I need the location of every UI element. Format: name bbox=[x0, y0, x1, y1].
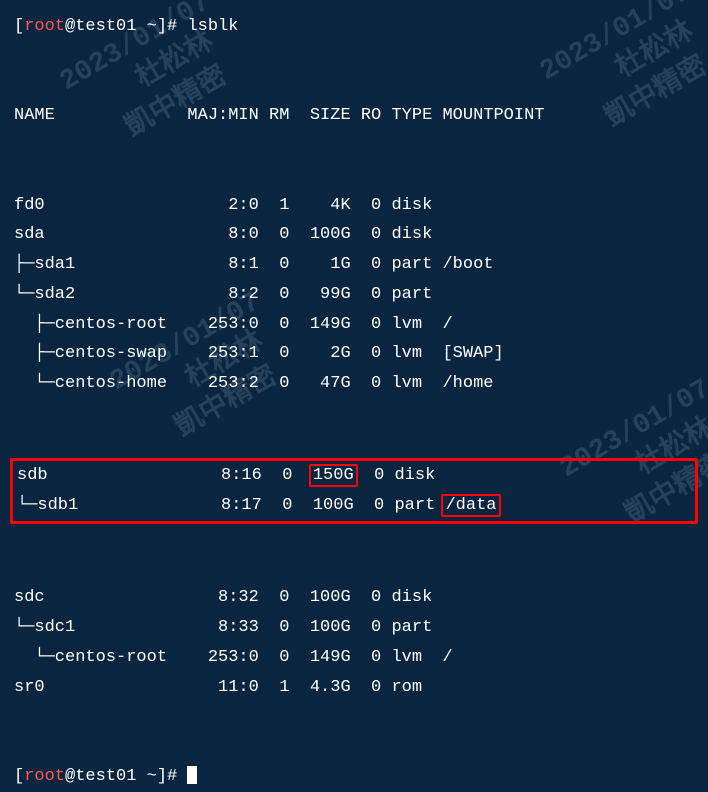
highlight-size: 150G bbox=[309, 464, 358, 487]
prompt-symbol: # bbox=[167, 767, 177, 786]
table-row: sdc 8:32 0 100G 0 disk bbox=[14, 583, 694, 613]
prompt-path: ~ bbox=[147, 17, 157, 36]
table-row: ├─centos-root 253:0 0 149G 0 lvm / bbox=[14, 310, 694, 340]
lsblk-output: NAME MAJ:MIN RM SIZE RO TYPE MOUNTPOINT … bbox=[14, 42, 694, 762]
prompt-symbol: # bbox=[167, 17, 177, 36]
highlight-sdb-group: sdb 8:16 0 150G 0 disk └─sdb1 8:17 0 100… bbox=[10, 458, 698, 524]
prompt-host: test01 bbox=[75, 17, 136, 36]
table-row: sdb 8:16 0 150G 0 disk bbox=[17, 461, 695, 491]
table-row: └─sdc1 8:33 0 100G 0 part bbox=[14, 613, 694, 643]
prompt-line-1: [root@test01 ~]# lsblk bbox=[14, 12, 694, 42]
prompt-user: root bbox=[24, 767, 65, 786]
table-row: ├─centos-swap 253:1 0 2G 0 lvm [SWAP] bbox=[14, 339, 694, 369]
table-row: └─centos-root 253:0 0 149G 0 lvm / bbox=[14, 643, 694, 673]
table-row: sda 8:0 0 100G 0 disk bbox=[14, 220, 694, 250]
table-row: fd0 2:0 1 4K 0 disk bbox=[14, 191, 694, 221]
table-row: ├─sda1 8:1 0 1G 0 part /boot bbox=[14, 250, 694, 280]
header-row: NAME MAJ:MIN RM SIZE RO TYPE MOUNTPOINT bbox=[14, 101, 694, 131]
prompt-line-2[interactable]: [root@test01 ~]# bbox=[14, 762, 694, 792]
cursor[interactable] bbox=[187, 766, 197, 784]
prompt-user: root bbox=[24, 17, 65, 36]
table-row: └─centos-home 253:2 0 47G 0 lvm /home bbox=[14, 369, 694, 399]
table-row: └─sda2 8:2 0 99G 0 part bbox=[14, 280, 694, 310]
command: lsblk bbox=[187, 17, 238, 36]
prompt-host: test01 bbox=[75, 767, 136, 786]
prompt-path: ~ bbox=[147, 767, 157, 786]
table-row: sr0 11:0 1 4.3G 0 rom bbox=[14, 673, 694, 703]
